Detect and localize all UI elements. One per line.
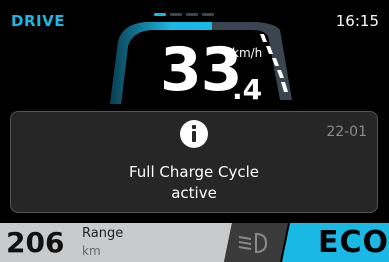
message-dialog[interactable]: 22-01 Full Charge Cycle active [10,111,378,213]
range-unit: km [82,244,101,258]
low-beam-headlight-icon [238,232,268,254]
message-code: 22-01 [326,124,367,140]
range-label: Range [82,226,124,241]
speed-unit: km/h [232,46,263,60]
ride-mode-label: ECO [318,225,389,260]
speed-decimal: .4 [232,73,263,106]
message-line-2: active [171,184,217,202]
message-text: Full Charge Cycle active [11,162,377,204]
status-bar: 206 Range km ECO [0,223,389,262]
info-icon [180,120,208,148]
speed-value: 33 [160,35,242,105]
message-line-1: Full Charge Cycle [128,163,259,181]
range-panel: 206 Range km [0,223,232,262]
range-value: 206 [6,226,65,259]
